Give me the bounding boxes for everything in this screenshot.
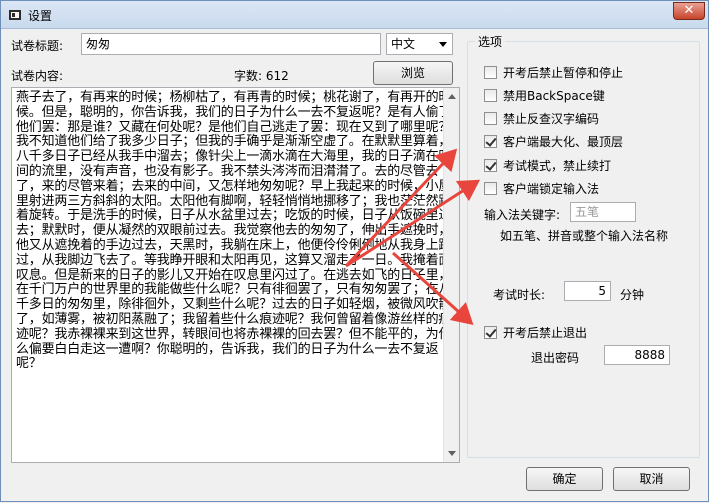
option-maximize-topmost[interactable]: 客户端最大化、最顶层 — [484, 133, 623, 150]
checkbox-maximize-topmost[interactable] — [484, 135, 497, 148]
scroll-down-icon[interactable] — [448, 451, 456, 456]
content-scrollbar[interactable] — [443, 88, 459, 462]
option-label: 客户端最大化、最顶层 — [503, 135, 624, 149]
exit-password-label: 退出密码 — [531, 351, 580, 365]
ime-hint: 如五笔、拼音或整个输入法名称 — [500, 229, 669, 243]
char-count: 字数: 612 — [234, 69, 289, 83]
checkbox-forbid-exit[interactable] — [484, 326, 497, 339]
option-disable-backspace[interactable]: 禁用BackSpace键 — [484, 87, 605, 104]
checkbox-exam-mode[interactable] — [484, 159, 497, 172]
app-icon — [9, 10, 21, 20]
option-label: 禁止反查汉字编码 — [503, 112, 600, 126]
option-label: 开考后禁止退出 — [503, 326, 588, 340]
duration-label: 考试时长: — [493, 288, 546, 302]
option-forbid-exit[interactable]: 开考后禁止退出 — [484, 324, 587, 341]
option-label: 禁用BackSpace键 — [503, 89, 605, 103]
close-button[interactable]: ✕ — [673, 2, 705, 20]
option-no-reverse-lookup[interactable]: 禁止反查汉字编码 — [484, 110, 599, 127]
language-select[interactable]: 中文 — [386, 33, 453, 55]
option-exam-mode[interactable]: 考试模式，禁止续打 — [484, 157, 611, 174]
ime-keyword-input[interactable]: 五笔 — [570, 202, 636, 222]
duration-unit: 分钟 — [620, 288, 645, 302]
ime-keyword-label: 输入法关键字: — [484, 208, 561, 222]
exam-title-label: 试卷标题: — [11, 39, 64, 53]
option-lock-ime[interactable]: 客户端锁定输入法 — [484, 180, 599, 197]
checkbox-disable-backspace[interactable] — [484, 89, 497, 102]
duration-input[interactable]: 5 — [564, 281, 611, 301]
scroll-up-icon[interactable] — [448, 94, 456, 99]
chevron-down-icon — [439, 42, 447, 47]
option-no-pause[interactable]: 开考后禁止暂停和停止 — [484, 64, 623, 81]
ok-button[interactable]: 确定 — [526, 467, 603, 491]
exam-content-textarea[interactable]: 燕子去了，有再来的时候；杨柳枯了，有再青的时候；桃花谢了，有再开的时候。但是，聪… — [11, 87, 460, 463]
exit-password-input[interactable]: 8888 — [604, 345, 670, 365]
options-group-title: 选项 — [475, 33, 506, 50]
cancel-button[interactable]: 取消 — [613, 467, 690, 491]
close-icon: ✕ — [683, 3, 695, 18]
window-title: 设置 — [28, 9, 53, 23]
settings-dialog: 设置 ✕ 试卷标题: 匆匆 中文 试卷内容: 字数: 612 浏览 燕子去了，有… — [0, 0, 709, 502]
option-label: 客户端锁定输入法 — [503, 182, 600, 196]
title-bar: 设置 — [1, 1, 708, 29]
checkbox-lock-ime[interactable] — [484, 182, 497, 195]
browse-button[interactable]: 浏览 — [373, 61, 453, 85]
option-label: 开考后禁止暂停和停止 — [503, 66, 624, 80]
checkbox-no-pause[interactable] — [484, 66, 497, 79]
checkbox-no-reverse-lookup[interactable] — [484, 112, 497, 125]
language-value: 中文 — [391, 37, 416, 51]
exam-content-label: 试卷内容: — [11, 69, 64, 83]
option-label: 考试模式，禁止续打 — [503, 159, 612, 173]
exam-title-input[interactable]: 匆匆 — [81, 33, 381, 55]
